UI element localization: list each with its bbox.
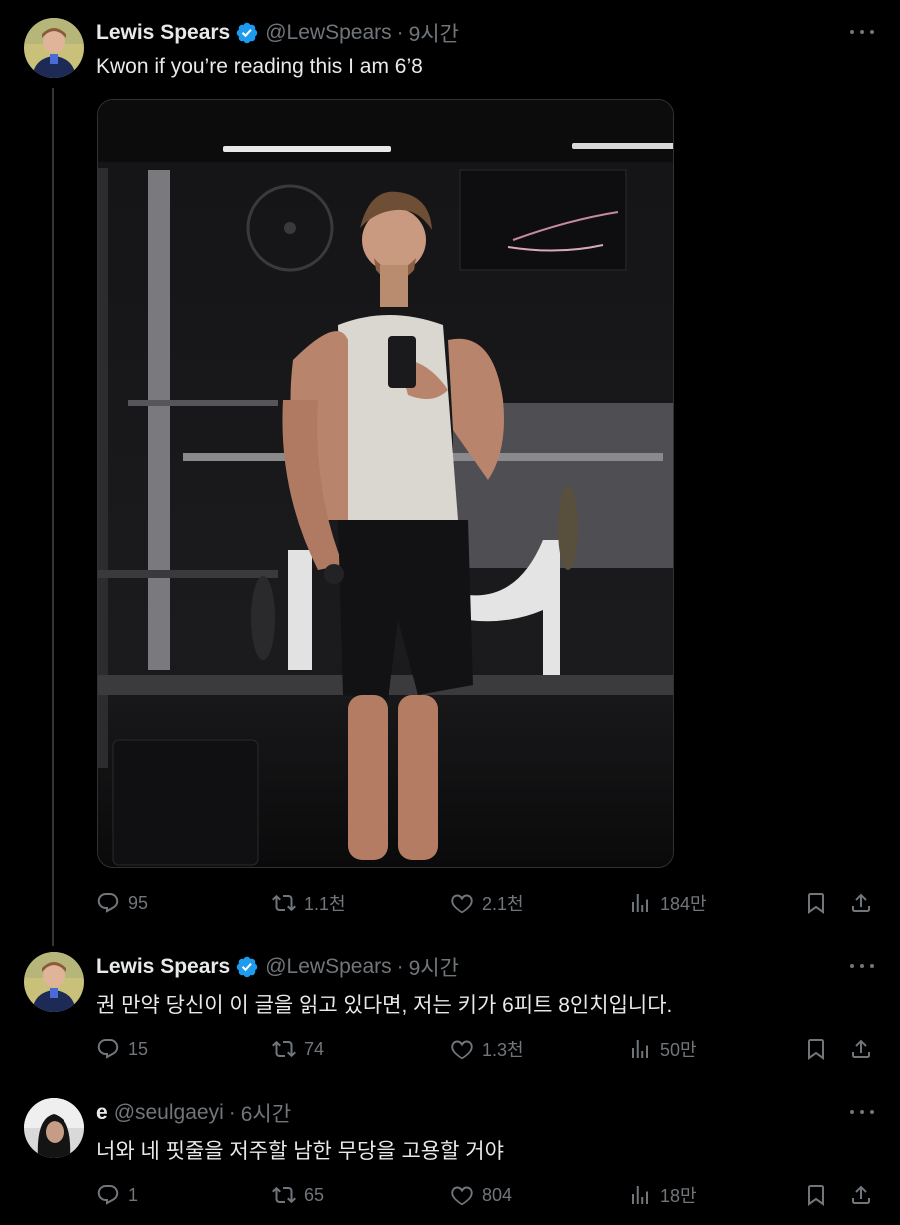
share-icon	[852, 893, 870, 912]
retweet-icon	[272, 1040, 296, 1058]
timestamp[interactable]: 9시간	[409, 18, 459, 48]
separator: ·	[396, 21, 404, 44]
views-button[interactable]: 50만	[628, 1034, 697, 1064]
tweet[interactable]: Lewis Spears @LewSpears · 9시간 권 만약 당신이 이…	[0, 952, 900, 1072]
tweet[interactable]: Lewis Spears @LewSpears · 9시간 Kwon if yo…	[0, 18, 900, 938]
like-button[interactable]: 804	[450, 1180, 512, 1210]
reply-button[interactable]: 95	[96, 888, 148, 918]
view-count: 18만	[660, 1186, 697, 1206]
heart-icon	[451, 1040, 473, 1060]
reply-icon	[97, 1039, 119, 1059]
author-name[interactable]: Lewis Spears	[96, 955, 230, 979]
share-icon	[852, 1039, 870, 1058]
heart-icon	[451, 1186, 473, 1206]
avatar[interactable]	[24, 1098, 84, 1158]
tweet-text: 너와 네 핏줄을 저주할 남한 무당을 고용할 거야	[96, 1140, 504, 1163]
more-icon[interactable]	[850, 24, 874, 40]
share-button[interactable]	[849, 1034, 873, 1064]
avatar[interactable]	[24, 18, 84, 78]
retweet-icon	[272, 894, 296, 912]
bookmark-button[interactable]	[804, 1034, 828, 1064]
share-button[interactable]	[849, 1180, 873, 1210]
verified-badge-icon	[236, 22, 258, 44]
share-button[interactable]	[849, 888, 873, 918]
bookmark-button[interactable]	[804, 888, 828, 918]
separator: ·	[396, 955, 404, 978]
tweet-header: e @seulgaeyi · 6시간	[96, 1098, 291, 1128]
retweet-icon	[272, 1186, 296, 1204]
timestamp[interactable]: 6시간	[241, 1098, 291, 1128]
like-count: 1.3천	[482, 1040, 524, 1060]
verified-badge-icon	[236, 956, 258, 978]
retweet-button[interactable]: 1.1천	[272, 888, 346, 918]
separator: ·	[228, 1101, 236, 1124]
views-button[interactable]: 18만	[628, 1180, 697, 1210]
like-count: 2.1천	[482, 894, 524, 914]
bookmark-icon	[808, 893, 824, 914]
tweet-text: Kwon if you’re reading this I am 6’8	[96, 55, 423, 78]
view-count: 50만	[660, 1040, 697, 1060]
retweet-count: 74	[304, 1038, 325, 1059]
share-icon	[852, 1185, 870, 1204]
views-icon	[632, 894, 648, 912]
tweet-header: Lewis Spears @LewSpears · 9시간	[96, 18, 459, 48]
tweet-actions: 95 1.1천 2.1천 184만	[96, 888, 876, 918]
reply-button[interactable]: 15	[96, 1034, 148, 1064]
more-icon[interactable]	[850, 958, 874, 974]
like-button[interactable]: 2.1천	[450, 888, 524, 918]
author-handle[interactable]: @LewSpears	[265, 955, 391, 979]
retweet-count: 1.1천	[304, 894, 346, 914]
retweet-button[interactable]: 65	[272, 1180, 324, 1210]
timestamp[interactable]: 9시간	[409, 952, 459, 982]
reply-count: 95	[128, 892, 149, 913]
bookmark-button[interactable]	[804, 1180, 828, 1210]
author-handle[interactable]: @LewSpears	[265, 21, 391, 45]
avatar[interactable]	[24, 952, 84, 1012]
reply-button[interactable]: 1	[96, 1180, 138, 1210]
tweet-media-photo[interactable]	[97, 99, 674, 868]
author-handle[interactable]: @seulgaeyi	[114, 1101, 224, 1125]
reply-icon	[97, 1185, 119, 1205]
like-count: 804	[482, 1184, 513, 1205]
tweet-text: 권 만약 당신이 이 글을 읽고 있다면, 저는 키가 6피트 8인치입니다.	[96, 994, 673, 1017]
views-icon	[632, 1040, 648, 1058]
heart-icon	[451, 894, 473, 914]
reply-icon	[97, 893, 119, 913]
retweet-button[interactable]: 74	[272, 1034, 324, 1064]
reply-count: 1	[128, 1184, 139, 1205]
tweet[interactable]: e @seulgaeyi · 6시간 너와 네 핏줄을 저주할 남한 무당을 고…	[0, 1098, 900, 1218]
tweet-header: Lewis Spears @LewSpears · 9시간	[96, 952, 459, 982]
retweet-count: 65	[304, 1184, 325, 1205]
views-button[interactable]: 184만	[628, 888, 707, 918]
like-button[interactable]: 1.3천	[450, 1034, 524, 1064]
author-name[interactable]: Lewis Spears	[96, 21, 230, 45]
bookmark-icon	[808, 1185, 824, 1206]
bookmark-icon	[808, 1039, 824, 1060]
view-count: 184만	[660, 894, 707, 914]
reply-count: 15	[128, 1038, 149, 1059]
tweet-actions: 1 65 804 18만	[96, 1180, 876, 1210]
author-name[interactable]: e	[96, 1101, 108, 1125]
tweet-actions: 15 74 1.3천 50만	[96, 1034, 876, 1064]
more-icon[interactable]	[850, 1104, 874, 1120]
views-icon	[632, 1186, 648, 1204]
